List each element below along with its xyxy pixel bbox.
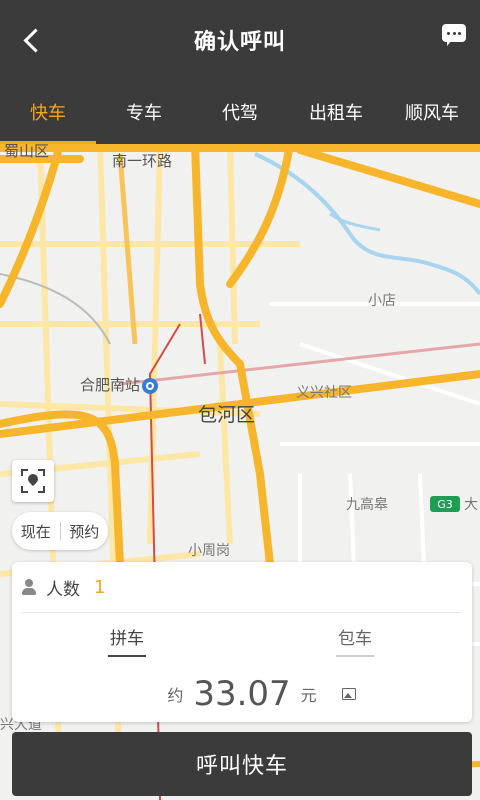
map-label-baohe: 包河区 [198, 404, 256, 426]
person-icon [20, 579, 38, 595]
map-label-da: 大 [464, 497, 478, 513]
back-arrow-icon[interactable] [14, 22, 50, 58]
map-label-ring-road: 南一环路 [112, 152, 173, 170]
chat-bubble-icon[interactable] [442, 24, 468, 48]
header-bar: 确认呼叫 [0, 0, 480, 80]
service-tabs: 快车 专车 代驾 出租车 顺风车 [0, 80, 480, 144]
price-detail-icon[interactable] [342, 688, 356, 700]
page-title: 确认呼叫 [193, 30, 286, 55]
tab-taxi[interactable]: 出租车 [288, 80, 384, 144]
tab-designated-driver[interactable]: 代驾 [192, 80, 288, 144]
map-label-jiugaofu: 九高皋 [346, 497, 388, 513]
map-label-district-top: 蜀山区 [4, 144, 50, 160]
card-divider [22, 612, 462, 613]
map-label-yixing: 义兴社区 [296, 385, 352, 401]
price-estimate: 约 33.07 元 [12, 670, 472, 714]
time-toggle: 现在 预约 [12, 512, 108, 550]
time-option-reserve[interactable]: 预约 [61, 521, 109, 542]
price-unit: 元 [300, 686, 317, 705]
tab-premier[interactable]: 专车 [96, 80, 192, 144]
mode-charter-tab[interactable]: 包车 [336, 624, 374, 657]
highway-badge: G3 [430, 496, 460, 512]
mode-carpool-tab[interactable]: 拼车 [108, 624, 146, 657]
passenger-count-value: 1 [94, 576, 106, 598]
locate-me-button[interactable] [12, 460, 54, 502]
tab-express[interactable]: 快车 [0, 80, 96, 144]
locate-icon [21, 469, 45, 493]
passenger-count-label: 人数 [46, 579, 80, 600]
station-name: 合肥南站 [80, 376, 141, 394]
price-value: 33.07 [193, 674, 291, 714]
passenger-count-row[interactable]: 人数 1 [12, 562, 472, 612]
call-car-button[interactable]: 呼叫快车 [12, 732, 472, 796]
train-station-icon [142, 377, 159, 394]
tab-hitch[interactable]: 顺风车 [384, 80, 480, 144]
price-prefix: 约 [167, 686, 184, 705]
time-option-now[interactable]: 现在 [12, 521, 60, 542]
map-label-xiaozhougang: 小周岗 [188, 543, 230, 559]
map-label-xiaodian: 小店 [368, 293, 396, 309]
booking-card: 人数 1 拼车 包车 约 33.07 元 [12, 562, 472, 722]
map-label-station: 合肥南站 [80, 374, 159, 395]
